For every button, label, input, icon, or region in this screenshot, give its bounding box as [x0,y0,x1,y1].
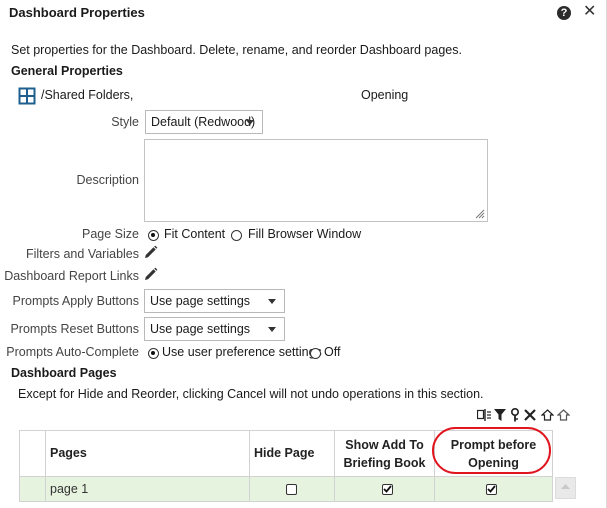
column-header-hide-page[interactable]: Hide Page [254,446,314,460]
report-links-label: Dashboard Report Links [4,269,139,283]
description-textarea[interactable] [144,139,488,222]
chevron-down-icon [246,120,254,125]
dashboard-properties-dialog: Dashboard Properties ? ✕ Set properties … [0,0,607,508]
show-add-briefing-book-checkbox[interactable] [382,484,393,495]
column-header-pages[interactable]: Pages [50,446,87,460]
prompts-auto-complete-label: Prompts Auto-Complete [6,345,139,359]
intro-text: Set properties for the Dashboard. Delete… [11,43,462,57]
dashboard-grid-icon [18,87,36,105]
move-down-icon[interactable] [557,409,570,421]
style-label: Style [111,115,139,129]
checkmark-icon [487,485,496,493]
dashboard-path: /Shared Folders, [41,88,134,102]
filter-icon[interactable] [494,408,506,422]
prompts-apply-buttons-value: Use page settings [150,294,251,308]
close-icon[interactable]: ✕ [583,3,596,21]
delete-icon[interactable] [524,409,536,421]
general-properties-heading: General Properties [11,64,123,78]
move-up-icon[interactable] [541,409,554,421]
page-size-label: Page Size [82,227,139,241]
rename-icon[interactable] [477,408,492,422]
auto-complete-off-radio[interactable] [310,348,321,359]
dashboard-pages-heading: Dashboard Pages [11,366,117,380]
prompts-reset-buttons-value: Use page settings [150,322,251,336]
auto-complete-user-pref-radio[interactable] [148,348,159,359]
dashboard-pages-note: Except for Hide and Reorder, clicking Ca… [18,387,484,401]
help-icon[interactable]: ? [557,6,571,20]
auto-complete-user-pref-label: Use user preference settings [162,345,322,359]
prompts-reset-buttons-select[interactable]: Use page settings [144,317,285,341]
column-header-show-add-line2: Briefing Book [343,456,426,470]
edit-report-links-pencil-icon[interactable] [143,267,158,282]
resize-handle-icon[interactable] [475,209,485,219]
style-select[interactable]: Default (Redwood) [145,110,263,134]
page-size-fill-browser-radio[interactable] [231,230,242,241]
filters-variables-label: Filters and Variables [25,247,139,261]
annotation-circle [432,427,551,474]
style-select-value: Default (Redwood) [151,115,256,129]
column-header-show-add-briefing-book[interactable]: Show Add To Briefing Book [335,436,434,472]
prompts-apply-buttons-label: Prompts Apply Buttons [12,294,139,308]
edit-filters-pencil-icon[interactable] [143,245,158,260]
column-header-show-add-line1: Show Add To [345,438,424,452]
chevron-down-icon [268,327,276,332]
page-size-fit-content-radio[interactable] [148,230,159,241]
prompts-apply-buttons-select[interactable]: Use page settings [144,289,285,313]
auto-complete-off-label: Off [324,345,341,359]
permissions-icon[interactable] [510,408,520,422]
prompts-reset-buttons-label: Prompts Reset Buttons [10,322,139,336]
pages-toolbar [477,408,572,422]
page-size-fill-browser-label: Fill Browser Window [248,227,362,241]
dashboard-path-name: Opening [361,88,409,102]
row-action-button[interactable] [555,477,576,499]
dialog-title: Dashboard Properties [9,5,145,20]
checkmark-icon [383,485,392,493]
page-name-cell[interactable]: page 1 [50,482,88,496]
hide-page-checkbox[interactable] [286,484,297,495]
page-size-fit-content-label: Fit Content [164,227,226,241]
prompt-before-opening-checkbox[interactable] [486,484,497,495]
arrow-up-icon [561,484,570,489]
description-label: Description [76,173,139,187]
chevron-down-icon [268,299,276,304]
